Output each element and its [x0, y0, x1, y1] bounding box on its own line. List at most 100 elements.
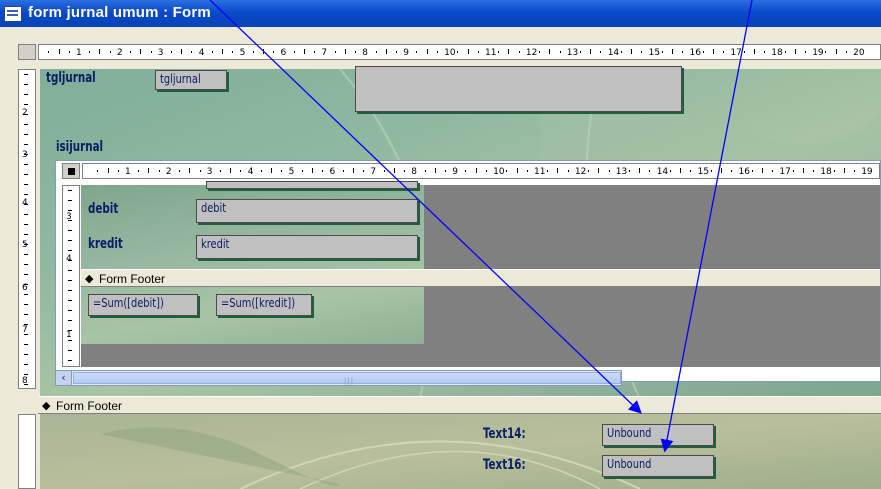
scroll-left-arrow-icon[interactable]: ‹	[56, 371, 72, 385]
subform-selector[interactable]	[62, 163, 80, 179]
ruler-tick	[804, 51, 806, 53]
form-footer-bar[interactable]: ◆ Form Footer	[38, 396, 881, 414]
ruler-tick	[68, 190, 72, 191]
ruler-tick	[24, 194, 28, 195]
ruler-tick	[557, 168, 559, 173]
ruler-tick	[465, 170, 467, 172]
ruler-number: 17	[730, 48, 742, 58]
ruler-tick	[303, 49, 305, 54]
ruler-tick	[24, 244, 28, 245]
ruler-tick	[179, 170, 181, 172]
ruler-tick	[68, 350, 72, 351]
ruler-tick	[710, 170, 712, 172]
tgljurnal-label[interactable]: tgljurnal	[46, 70, 96, 86]
ruler-tick	[24, 294, 28, 295]
ruler-tick	[680, 168, 682, 173]
debit-label[interactable]: debit	[88, 201, 118, 217]
ruler-tick	[24, 324, 28, 325]
text14-textbox[interactable]: Unbound	[602, 424, 714, 446]
ruler-tick	[506, 170, 508, 172]
left-vertical-ruler-footer[interactable]	[18, 414, 36, 489]
ruler-number: 9	[452, 167, 458, 177]
ruler-tick	[600, 51, 602, 53]
ruler-tick	[68, 270, 72, 271]
ruler-tick	[99, 49, 101, 54]
ruler-tick	[24, 384, 28, 385]
ruler-number: 5	[288, 167, 295, 177]
ruler-tick	[485, 170, 487, 172]
ruler-tick	[68, 250, 72, 251]
text16-textbox[interactable]: Unbound	[602, 455, 714, 477]
ruler-tick	[363, 170, 365, 172]
ruler-tick	[24, 284, 28, 285]
ruler-tick	[68, 360, 72, 361]
ruler-tick	[68, 200, 72, 201]
header-rectangle-box[interactable]	[355, 66, 682, 112]
ruler-tick	[68, 310, 72, 311]
ruler-tick	[661, 51, 663, 53]
ruler-tick	[24, 154, 28, 155]
ruler-tick	[68, 330, 72, 331]
ruler-tick	[580, 51, 582, 53]
ruler-tick	[68, 340, 72, 341]
ruler-tick	[518, 51, 520, 53]
ruler-tick	[222, 49, 224, 54]
ruler-tick	[24, 144, 28, 145]
ruler-tick	[24, 364, 28, 365]
ruler-tick	[567, 170, 569, 172]
left-vertical-ruler[interactable]: 2345678	[18, 69, 36, 389]
ruler-tick	[539, 51, 541, 53]
ruler-tick	[424, 170, 426, 172]
footer-watermark	[100, 427, 641, 489]
ruler-tick	[508, 49, 510, 54]
main-horizontal-ruler[interactable]: 1 2 3 4 5 6 7 8 9 10 11 12 13 14 15 16 17 18 19 20	[38, 44, 881, 60]
ruler-tick	[477, 51, 479, 53]
text16-label[interactable]: Text16:	[483, 457, 526, 473]
ruler-tick	[24, 344, 28, 345]
ruler-tick	[273, 51, 275, 53]
subform-top-partial-box[interactable]	[206, 181, 418, 189]
text14-label[interactable]: Text14:	[483, 426, 526, 442]
ruler-tick	[68, 51, 70, 53]
ruler-tick	[352, 168, 354, 173]
isijurnal-subform[interactable]: 1 2 3 4 5 6 7 8 9 10 11 12 13 14 15 16 17 18 19 341 debit …	[55, 160, 881, 382]
subform-horizontal-ruler[interactable]: 1 2 3 4 5 6 7 8 9 10 11 12 13 14 15 16 17 18 19	[82, 163, 880, 179]
ruler-tick	[24, 204, 28, 205]
form-footer-label: Form Footer	[56, 399, 123, 413]
subform-footer-bar[interactable]: ◆ Form Footer	[81, 269, 880, 287]
ruler-tick	[426, 49, 428, 54]
subform-vertical-ruler[interactable]: 341	[62, 185, 80, 367]
window-titlebar[interactable]: form jurnal umum : Form	[0, 0, 881, 27]
ruler-tick	[271, 168, 273, 173]
section-marker-icon: ◆	[85, 273, 94, 285]
window-title: form jurnal umum : Form	[28, 4, 211, 21]
ruler-number: 7	[370, 167, 377, 177]
ruler-tick	[682, 51, 684, 53]
ruler-number: 19	[861, 167, 873, 177]
ruler-tick	[148, 168, 150, 173]
kredit-textbox[interactable]: kredit	[196, 235, 418, 259]
debit-textbox-text: debit	[201, 201, 227, 215]
ruler-tick	[24, 184, 28, 185]
subform-footer-label: Form Footer	[99, 272, 166, 286]
ruler-tick	[385, 49, 387, 54]
subform-horizontal-scrollbar[interactable]: ‹ |||	[55, 370, 622, 386]
form-selector[interactable]	[18, 44, 36, 60]
scrollbar-thumb[interactable]: |||	[73, 372, 621, 385]
isijurnal-label[interactable]: isijurnal	[56, 139, 103, 155]
ruler-tick	[24, 274, 28, 275]
ruler-tick	[158, 170, 160, 172]
ruler-tick	[24, 354, 28, 355]
ruler-tick	[199, 170, 201, 172]
kredit-label[interactable]: kredit	[88, 236, 123, 252]
sum-kredit-textbox[interactable]: =Sum([kredit])	[216, 294, 312, 316]
ruler-number: 10	[444, 48, 456, 58]
ruler-tick	[393, 168, 395, 173]
tgljurnal-textbox[interactable]: tgljurnal	[155, 70, 227, 90]
sum-debit-textbox[interactable]: =Sum([debit])	[88, 294, 198, 316]
ruler-tick	[58, 49, 60, 54]
ruler-tick	[772, 170, 774, 172]
ruler-number: 3	[22, 150, 28, 160]
ruler-number: 11	[534, 167, 546, 177]
debit-textbox[interactable]: debit	[196, 199, 418, 223]
